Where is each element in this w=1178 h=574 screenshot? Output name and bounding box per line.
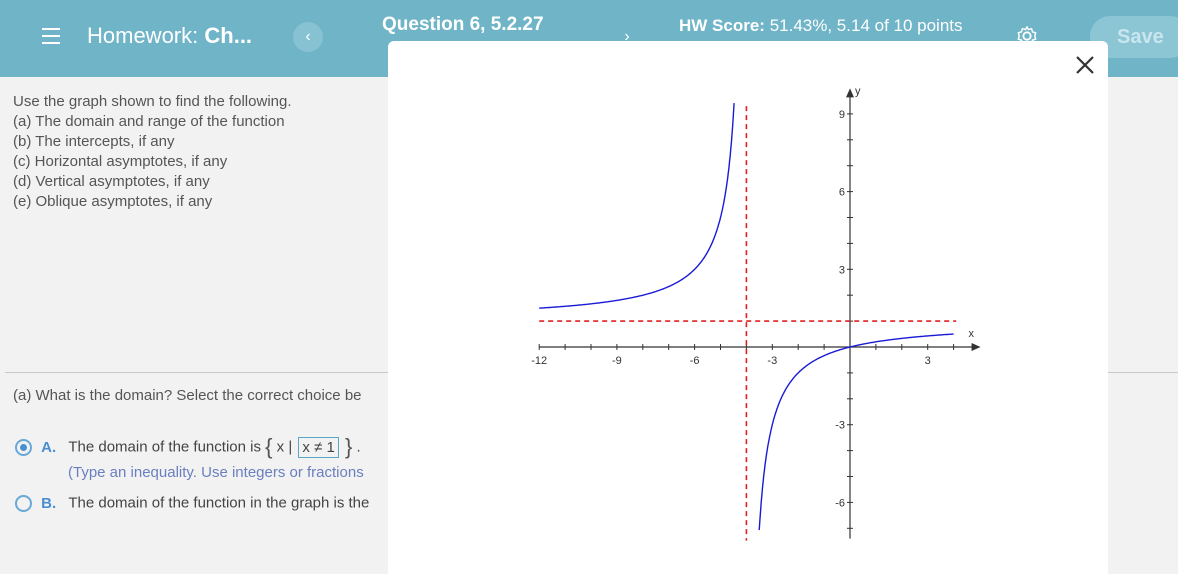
choice-b-text: The domain of the function in the graph …	[68, 494, 370, 512]
question-intro: Use the graph shown to find the followin…	[13, 93, 292, 110]
x-tick-label: 3	[925, 355, 931, 367]
x-tick-label: -9	[612, 355, 622, 367]
y-tick-label: -6	[835, 497, 845, 509]
choice-a[interactable]: A. The domain of the function is { x | x…	[15, 434, 361, 460]
choice-a-radio[interactable]	[15, 438, 32, 456]
question-text: Use the graph shown to find the followin…	[13, 92, 292, 212]
part-a-prompt: (a) What is the domain? Select the corre…	[13, 387, 362, 404]
previous-question-button[interactable]: ‹	[293, 22, 323, 52]
set-close-brace: }	[345, 434, 353, 459]
choice-b[interactable]: B. The domain of the function in the gra…	[15, 494, 369, 512]
set-variable: x |	[276, 438, 293, 456]
domain-answer-input[interactable]: x ≠ 1	[298, 436, 339, 458]
y-tick-label: 3	[839, 264, 845, 276]
hw-score-value: 51.43%, 5.14 of 10 points	[769, 16, 963, 35]
question-item: (c) Horizontal asymptotes, if any	[13, 153, 228, 170]
function-graph: x y -12 -9 -6 -3 3 9 6 3 -3 -6	[531, 85, 981, 541]
question-item: (d) Vertical asymptotes, if any	[13, 173, 210, 190]
x-tick-label: -3	[767, 355, 777, 367]
y-tick-label: 9	[839, 109, 845, 121]
choice-a-hint: (Type an inequality. Use integers or fra…	[68, 464, 364, 481]
y-tick-label: -3	[835, 420, 845, 432]
x-axis-arrow	[971, 343, 981, 351]
choice-a-text: The domain of the function is	[68, 438, 261, 456]
y-axis-label: y	[855, 85, 861, 97]
question-title: Question 6, 5.2.27	[382, 14, 544, 35]
choice-b-letter: B.	[41, 494, 57, 512]
homework-name: Ch...	[204, 23, 253, 48]
y-tick-label: 6	[839, 187, 845, 199]
hw-score: HW Score: 51.43%, 5.14 of 10 points	[679, 16, 963, 36]
hw-score-label: HW Score:	[679, 16, 765, 35]
question-item: (b) The intercepts, if any	[13, 133, 175, 150]
left-branch-curve	[539, 103, 735, 309]
homework-title[interactable]: Homework: Ch...	[87, 23, 252, 49]
x-tick-label: -6	[690, 355, 700, 367]
choice-b-radio[interactable]	[15, 494, 32, 512]
set-open-brace: {	[265, 434, 273, 459]
graph-modal: x y -12 -9 -6 -3 3 9 6 3 -3 -6	[388, 41, 1108, 574]
x-axis-label: x	[969, 328, 975, 340]
hamburger-menu-icon[interactable]	[42, 28, 60, 44]
homework-prefix: Homework:	[87, 23, 199, 48]
choice-a-suffix: .	[356, 438, 361, 456]
x-tick-label: -12	[531, 355, 547, 367]
question-item: (a) The domain and range of the function	[13, 113, 285, 130]
question-item: (e) Oblique asymptotes, if any	[13, 193, 213, 210]
y-axis-arrow	[846, 88, 854, 98]
choice-a-letter: A.	[41, 438, 57, 456]
